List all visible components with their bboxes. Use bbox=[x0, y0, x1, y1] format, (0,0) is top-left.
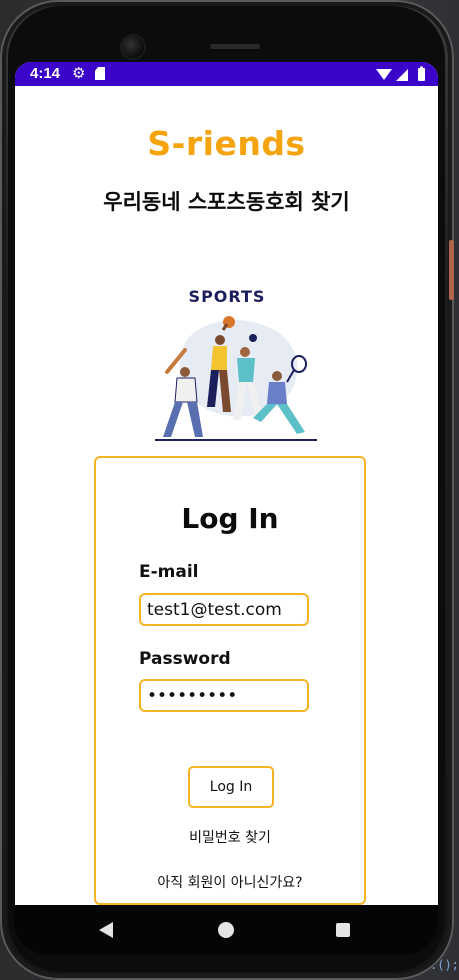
status-time: 4:14 bbox=[30, 65, 61, 82]
sports-illustration: SPORTS bbox=[155, 287, 317, 441]
volume-button bbox=[449, 240, 454, 300]
signup-link[interactable]: 아직 회원이 아니신가요? bbox=[96, 872, 364, 892]
home-circle-icon[interactable] bbox=[218, 922, 234, 938]
back-triangle-icon[interactable] bbox=[99, 922, 113, 938]
app-subtitle: 우리동네 스포츠동호회 찾기 bbox=[103, 190, 350, 214]
corner-text: .(); bbox=[430, 958, 459, 972]
app-screen: 4:14 ⚙ S-riends 우리동네 스포츠동호회 찾기 SPORTS Lo… bbox=[15, 62, 438, 905]
sd-card-icon bbox=[95, 67, 105, 80]
login-heading: Log In bbox=[181, 502, 279, 535]
password-label: Password bbox=[139, 649, 231, 669]
login-button[interactable]: Log In bbox=[188, 766, 274, 808]
front-camera-icon bbox=[122, 36, 144, 58]
password-field[interactable] bbox=[139, 679, 309, 712]
login-card: Log In E-mail Password Log In 비밀번호 찾기 아직… bbox=[94, 456, 366, 905]
navigation-bar bbox=[14, 905, 438, 955]
signal-icon bbox=[396, 69, 408, 81]
app-title: S-riends bbox=[147, 124, 306, 163]
sports-caption: SPORTS bbox=[189, 287, 266, 306]
status-bar: 4:14 ⚙ bbox=[15, 62, 438, 86]
device-canvas: 4:14 ⚙ S-riends 우리동네 스포츠동호회 찾기 SPORTS Lo… bbox=[0, 0, 459, 980]
earpiece-speaker bbox=[210, 44, 260, 49]
email-label: E-mail bbox=[139, 562, 199, 582]
email-field[interactable] bbox=[139, 593, 309, 626]
recents-square-icon[interactable] bbox=[336, 923, 350, 937]
gear-icon: ⚙ bbox=[72, 65, 86, 82]
battery-icon bbox=[418, 68, 425, 81]
find-password-link[interactable]: 비밀번호 찾기 bbox=[96, 827, 364, 847]
status-icons bbox=[376, 66, 425, 81]
wifi-icon bbox=[376, 69, 392, 80]
